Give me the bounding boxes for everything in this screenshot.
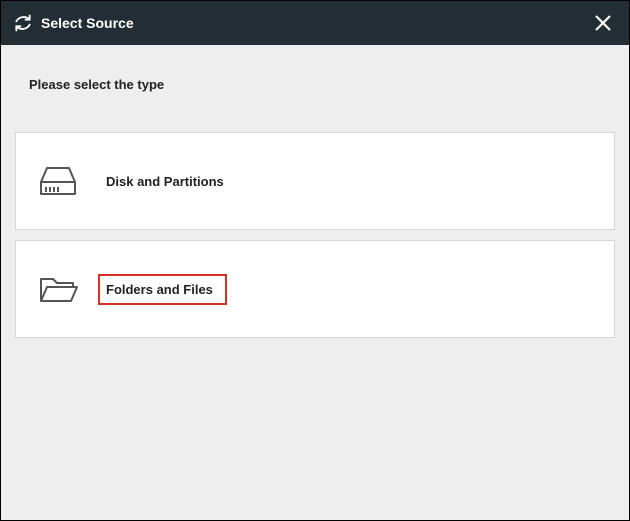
close-button[interactable] (589, 9, 617, 37)
close-icon (593, 13, 613, 33)
titlebar: Select Source (1, 1, 629, 45)
app-icon (13, 13, 33, 33)
prompt-text: Please select the type (15, 59, 615, 132)
titlebar-left: Select Source (13, 13, 134, 33)
disk-icon (36, 159, 80, 203)
option-label: Folders and Files (98, 274, 227, 305)
content-area: Please select the type Disk and Partitio… (1, 45, 629, 520)
option-disk-and-partitions[interactable]: Disk and Partitions (15, 132, 615, 230)
folder-icon (36, 267, 80, 311)
dialog-title: Select Source (41, 15, 134, 31)
option-label: Disk and Partitions (106, 174, 224, 189)
select-source-dialog: Select Source Please select the type (0, 0, 630, 521)
option-folders-and-files[interactable]: Folders and Files (15, 240, 615, 338)
